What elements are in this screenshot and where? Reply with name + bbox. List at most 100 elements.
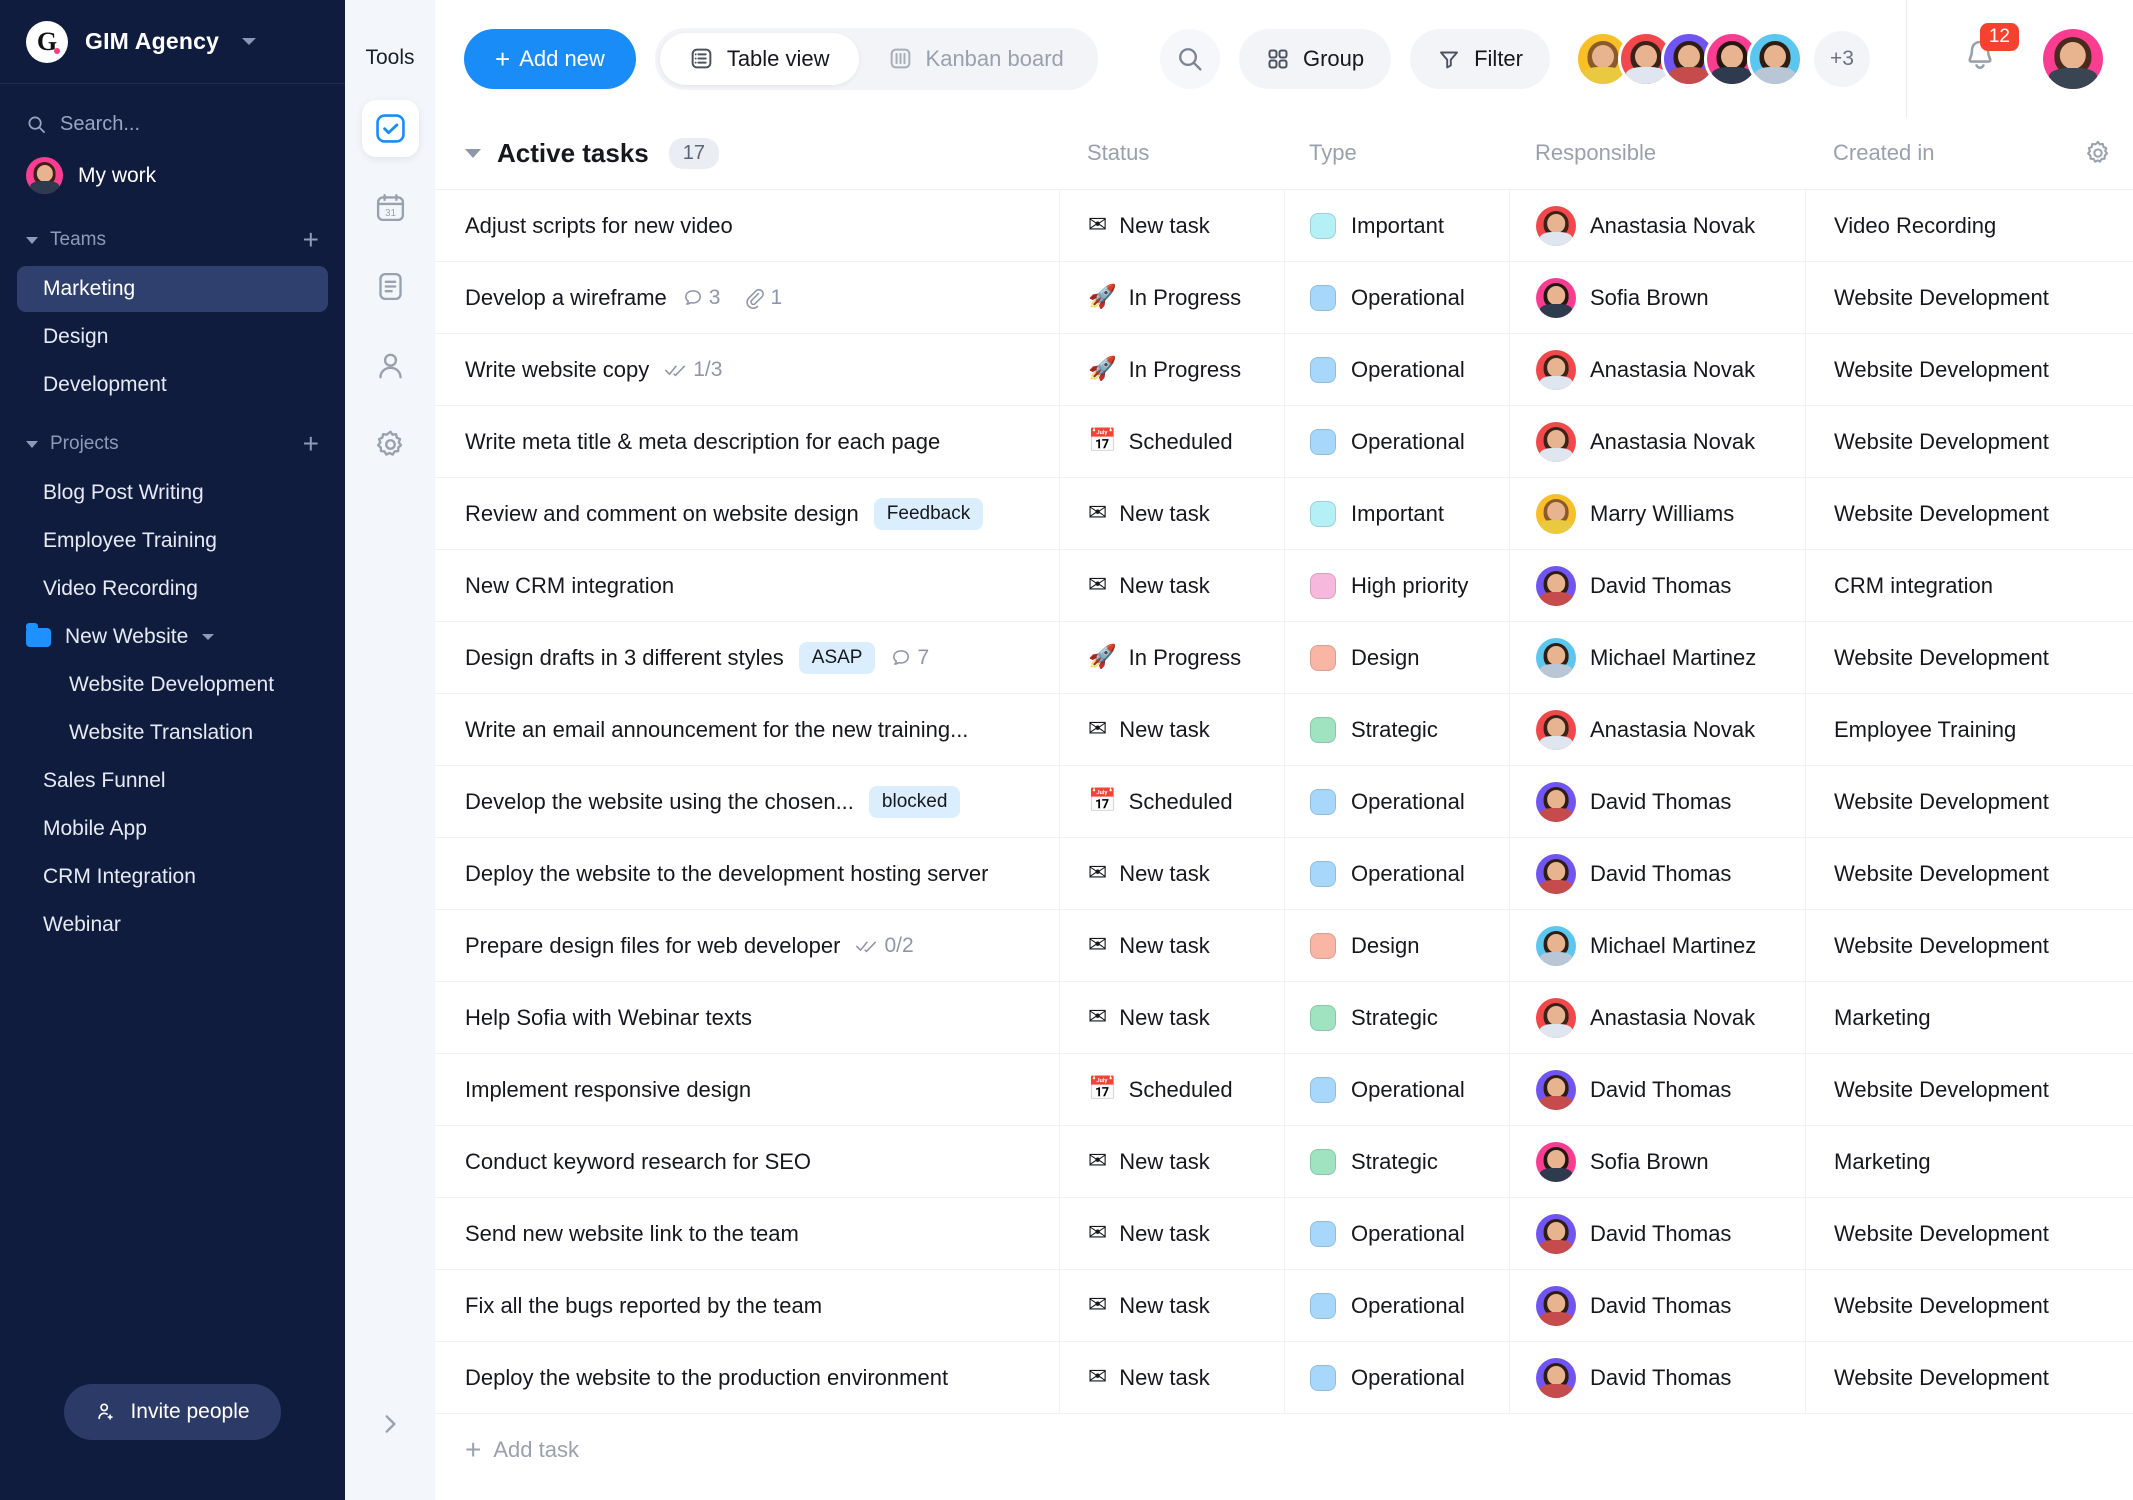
task-type-cell[interactable]: Operational <box>1284 1342 1509 1413</box>
task-type-cell[interactable]: Strategic <box>1284 982 1509 1053</box>
task-responsible-cell[interactable]: David Thomas <box>1509 1054 1805 1125</box>
avatar[interactable] <box>1747 30 1803 87</box>
sidebar-item-mobile-app[interactable]: Mobile App <box>17 806 328 852</box>
task-status-cell[interactable]: ✉ New task <box>1059 982 1284 1053</box>
task-name-cell[interactable]: Deploy the website to the development ho… <box>435 838 1059 909</box>
task-responsible-cell[interactable]: David Thomas <box>1509 550 1805 621</box>
task-created-in-cell[interactable]: Employee Training <box>1805 694 2133 765</box>
rail-item-tasks[interactable] <box>361 100 419 157</box>
add-task-button[interactable]: + Add task <box>435 1414 2133 1486</box>
task-status-cell[interactable]: ✉ New task <box>1059 1126 1284 1197</box>
task-responsible-cell[interactable]: Anastasia Novak <box>1509 406 1805 477</box>
table-row[interactable]: Deploy the website to the production env… <box>435 1342 2133 1414</box>
table-row[interactable]: Conduct keyword research for SEO ✉ New tas… <box>435 1126 2133 1198</box>
task-status-cell[interactable]: 📅 Scheduled <box>1059 1054 1284 1125</box>
sidebar-item-video-recording[interactable]: Video Recording <box>17 566 328 612</box>
task-created-in-cell[interactable]: Website Development <box>1805 334 2133 405</box>
task-responsible-cell[interactable]: Michael Martinez <box>1509 910 1805 981</box>
rail-item-settings[interactable] <box>362 416 419 473</box>
task-responsible-cell[interactable]: David Thomas <box>1509 838 1805 909</box>
task-responsible-cell[interactable]: David Thomas <box>1509 766 1805 837</box>
task-name-cell[interactable]: Develop the website using the chosen... b… <box>435 766 1059 837</box>
task-status-cell[interactable]: ✉ New task <box>1059 1270 1284 1341</box>
table-row[interactable]: Write website copy 1/3 🚀 In Progress Operati… <box>435 334 2133 406</box>
table-row[interactable]: Develop a wireframe 3 1 🚀 In Progress Operati… <box>435 262 2133 334</box>
task-created-in-cell[interactable]: CRM integration <box>1805 550 2133 621</box>
task-name-cell[interactable]: Deploy the website to the production env… <box>435 1342 1059 1413</box>
task-type-cell[interactable]: Operational <box>1284 1198 1509 1269</box>
task-status-cell[interactable]: 🚀 In Progress <box>1059 262 1284 333</box>
sidebar-item-crm-integration[interactable]: CRM Integration <box>17 854 328 900</box>
task-name-cell[interactable]: Develop a wireframe 3 1 <box>435 262 1059 333</box>
task-created-in-cell[interactable]: Website Development <box>1805 838 2133 909</box>
task-status-cell[interactable]: ✉ New task <box>1059 478 1284 549</box>
task-name-cell[interactable]: Implement responsive design <box>435 1054 1059 1125</box>
task-tag[interactable]: Feedback <box>873 497 984 530</box>
table-row[interactable]: New CRM integration ✉ New task High priorit… <box>435 550 2133 622</box>
member-avatars[interactable]: +3 <box>1575 30 1870 87</box>
column-header-type[interactable]: Type <box>1284 140 1509 166</box>
sidebar-folder-new-website[interactable]: New Website <box>0 614 345 660</box>
task-created-in-cell[interactable]: Video Recording <box>1805 190 2133 261</box>
task-created-in-cell[interactable]: Website Development <box>1805 478 2133 549</box>
sidebar-item-my-work[interactable]: My work <box>0 145 345 206</box>
task-type-cell[interactable]: Important <box>1284 478 1509 549</box>
task-responsible-cell[interactable]: David Thomas <box>1509 1198 1805 1269</box>
column-header-status[interactable]: Status <box>1059 140 1284 166</box>
task-status-cell[interactable]: ✉ New task <box>1059 1198 1284 1269</box>
table-row[interactable]: Develop the website using the chosen... b… <box>435 766 2133 838</box>
table-row[interactable]: Implement responsive design 📅 Scheduled Ope… <box>435 1054 2133 1126</box>
task-name-cell[interactable]: Review and comment on website design Feed… <box>435 478 1059 549</box>
chevron-down-icon[interactable] <box>242 38 257 45</box>
task-name-cell[interactable]: Write website copy 1/3 <box>435 334 1059 405</box>
task-name-cell[interactable]: New CRM integration <box>435 550 1059 621</box>
task-tag[interactable]: blocked <box>868 785 961 818</box>
table-row[interactable]: Deploy the website to the development ho… <box>435 838 2133 910</box>
chevron-down-icon[interactable] <box>202 634 215 640</box>
task-type-cell[interactable]: Operational <box>1284 334 1509 405</box>
task-type-cell[interactable]: High priority <box>1284 550 1509 621</box>
task-created-in-cell[interactable]: Website Development <box>1805 1270 2133 1341</box>
invite-people-button[interactable]: Invite people <box>64 1384 281 1440</box>
sidebar-item-blog-post-writing[interactable]: Blog Post Writing <box>17 470 328 516</box>
task-name-cell[interactable]: Fix all the bugs reported by the team <box>435 1270 1059 1341</box>
add-project-button[interactable]: + <box>303 430 319 458</box>
task-created-in-cell[interactable]: Website Development <box>1805 1198 2133 1269</box>
sidebar-item-website-development[interactable]: Website Development <box>17 662 328 708</box>
task-status-cell[interactable]: 🚀 In Progress <box>1059 622 1284 693</box>
table-row[interactable]: Fix all the bugs reported by the team ✉ Ne… <box>435 1270 2133 1342</box>
rail-item-people[interactable] <box>362 337 419 394</box>
table-row[interactable]: Design drafts in 3 different styles ASAP 7… <box>435 622 2133 694</box>
task-type-cell[interactable]: Operational <box>1284 262 1509 333</box>
collapse-group-icon[interactable] <box>465 148 481 158</box>
task-responsible-cell[interactable]: Michael Martinez <box>1509 622 1805 693</box>
task-name-cell[interactable]: Send new website link to the team <box>435 1198 1059 1269</box>
search-button[interactable] <box>1159 28 1220 89</box>
task-status-cell[interactable]: ✉ New task <box>1059 550 1284 621</box>
column-header-created-in[interactable]: Created in <box>1805 140 2063 166</box>
task-created-in-cell[interactable]: Marketing <box>1805 982 2133 1053</box>
sidebar-item-development[interactable]: Development <box>17 362 328 408</box>
task-status-cell[interactable]: 📅 Scheduled <box>1059 406 1284 477</box>
sidebar-search[interactable]: Search... <box>0 104 345 145</box>
task-name-cell[interactable]: Write meta title & meta description for … <box>435 406 1059 477</box>
workspace-switcher[interactable]: G GIM Agency <box>0 0 345 84</box>
sidebar-item-marketing[interactable]: Marketing <box>17 266 328 312</box>
rail-item-calendar[interactable]: 31 <box>362 179 419 236</box>
task-type-cell[interactable]: Strategic <box>1284 1126 1509 1197</box>
task-type-cell[interactable]: Important <box>1284 190 1509 261</box>
sidebar-item-webinar[interactable]: Webinar <box>17 902 328 948</box>
task-status-cell[interactable]: ✉ New task <box>1059 694 1284 765</box>
table-row[interactable]: Write meta title & meta description for … <box>435 406 2133 478</box>
task-created-in-cell[interactable]: Website Development <box>1805 766 2133 837</box>
task-responsible-cell[interactable]: Anastasia Novak <box>1509 334 1805 405</box>
task-created-in-cell[interactable]: Website Development <box>1805 406 2133 477</box>
rail-item-documents[interactable] <box>362 258 419 315</box>
task-name-cell[interactable]: Design drafts in 3 different styles ASAP 7 <box>435 622 1059 693</box>
task-created-in-cell[interactable]: Website Development <box>1805 1054 2133 1125</box>
task-name-cell[interactable]: Write an email announcement for the new … <box>435 694 1059 765</box>
task-type-cell[interactable]: Operational <box>1284 838 1509 909</box>
task-responsible-cell[interactable]: David Thomas <box>1509 1342 1805 1413</box>
table-row[interactable]: Review and comment on website design Feed… <box>435 478 2133 550</box>
expand-sidebar-button[interactable] <box>377 1411 403 1442</box>
